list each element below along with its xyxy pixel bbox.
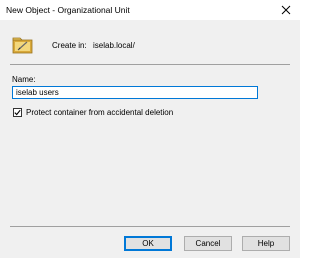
protect-label: Protect container from accidental deleti… xyxy=(26,108,174,117)
bottom-divider xyxy=(10,226,290,227)
name-input[interactable] xyxy=(12,86,258,99)
cancel-button[interactable]: Cancel xyxy=(184,236,232,251)
help-button[interactable]: Help xyxy=(242,236,290,251)
checkmark-icon xyxy=(14,109,21,116)
dialog-window: New Object - Organizational Unit Create … xyxy=(0,0,300,258)
top-divider xyxy=(10,64,290,65)
ok-button[interactable]: OK xyxy=(124,236,172,251)
create-in-label: Create in: xyxy=(52,41,87,50)
close-button[interactable] xyxy=(272,0,300,20)
create-in-path: iselab.local/ xyxy=(93,41,135,50)
window-title: New Object - Organizational Unit xyxy=(6,5,130,15)
close-icon xyxy=(281,5,291,15)
name-label: Name: xyxy=(12,75,36,84)
title-bar[interactable]: New Object - Organizational Unit xyxy=(0,0,300,20)
protect-checkbox-row[interactable]: Protect container from accidental deleti… xyxy=(13,108,173,117)
protect-checkbox[interactable] xyxy=(13,108,22,117)
organizational-unit-icon xyxy=(12,37,33,54)
